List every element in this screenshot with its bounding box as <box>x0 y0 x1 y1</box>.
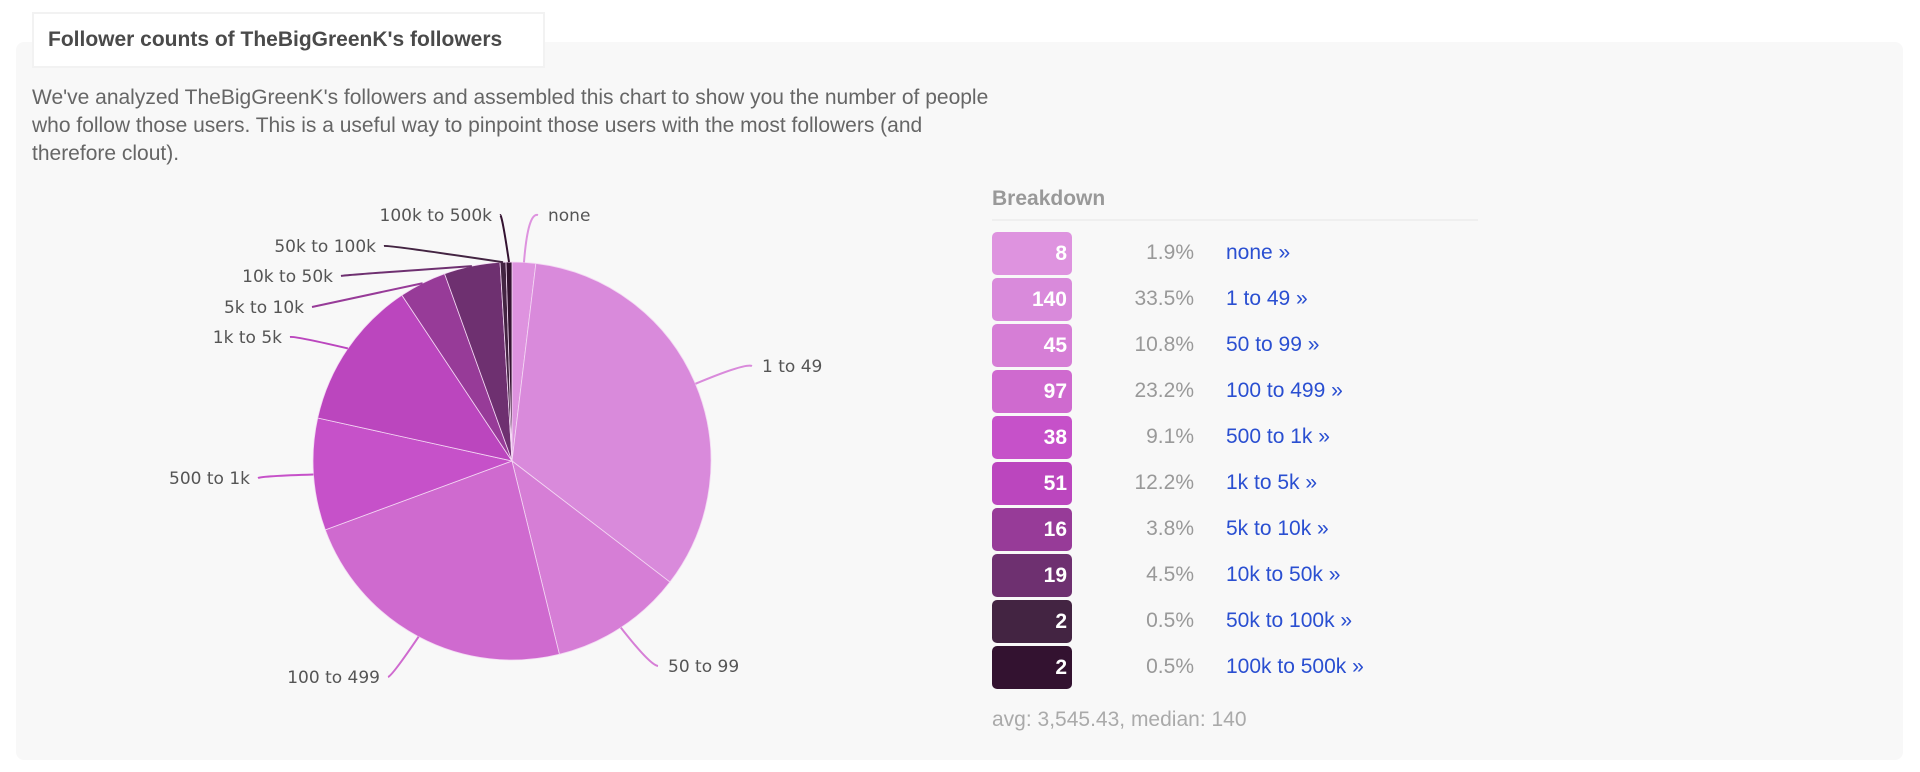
count-swatch: 51 <box>992 461 1072 505</box>
count-swatch: 16 <box>992 507 1072 551</box>
breakdown-row: 2 0.5% 50k to 100k » <box>992 598 1478 644</box>
count-swatch: 19 <box>992 553 1072 597</box>
range-link[interactable]: 500 to 1k » <box>1226 425 1330 449</box>
pie-label: 10k to 50k <box>242 267 333 287</box>
range-link[interactable]: 1 to 49 » <box>1226 287 1308 311</box>
count-swatch: 45 <box>992 323 1072 367</box>
range-link[interactable]: none » <box>1226 241 1290 265</box>
breakdown-row: 2 0.5% 100k to 500k » <box>992 644 1478 690</box>
percent-value: 0.5% <box>1146 655 1194 678</box>
breakdown-row: 45 10.8% 50 to 99 » <box>992 322 1478 368</box>
leader-line <box>499 213 510 263</box>
range-link[interactable]: 10k to 50k » <box>1226 563 1340 587</box>
count-swatch: 2 <box>992 645 1072 689</box>
pie-label: 500 to 1k <box>169 469 250 489</box>
breakdown-row: 51 12.2% 1k to 5k » <box>992 460 1478 506</box>
percent-value: 3.8% <box>1146 517 1194 540</box>
breakdown-panel: Breakdown 8 1.9% none » 140 33.5% 1 to 49 » 45… <box>992 184 1478 732</box>
count-swatch: 2 <box>992 599 1072 643</box>
breakdown-row: 140 33.5% 1 to 49 » <box>992 276 1478 322</box>
leader-line <box>383 244 504 264</box>
percent-value: 12.2% <box>1134 471 1194 494</box>
breakdown-row: 16 3.8% 5k to 10k » <box>992 506 1478 552</box>
percent-value: 4.5% <box>1146 563 1194 586</box>
pie-chart: none 1 to 49 50 to 99 100 to 499 500 to 1k 1k… <box>169 206 822 688</box>
breakdown-row: 97 23.2% 100 to 499 » <box>992 368 1478 414</box>
range-link[interactable]: 100 to 499 » <box>1226 379 1343 403</box>
breakdown-heading: Breakdown <box>992 187 1106 210</box>
percent-value: 10.8% <box>1134 333 1194 356</box>
range-link[interactable]: 100k to 500k » <box>1226 655 1364 679</box>
pie-label: 1k to 5k <box>213 328 282 348</box>
leader-line <box>620 626 659 667</box>
count-swatch: 97 <box>992 369 1072 413</box>
count-swatch: 140 <box>992 277 1072 321</box>
breakdown-row: 8 1.9% none » <box>992 230 1478 276</box>
pie-label: 5k to 10k <box>224 298 304 318</box>
percent-value: 1.9% <box>1146 241 1194 264</box>
count-swatch: 38 <box>992 415 1072 459</box>
leader-line <box>695 364 753 385</box>
pie-label: 50 to 99 <box>668 657 739 677</box>
leader-line <box>522 213 539 263</box>
range-link[interactable]: 5k to 10k » <box>1226 517 1329 541</box>
leader-line <box>257 473 314 479</box>
percent-value: 9.1% <box>1146 425 1194 448</box>
count-swatch: 8 <box>992 231 1072 275</box>
pie-label: 1 to 49 <box>762 357 822 377</box>
range-link[interactable]: 50 to 99 » <box>1226 333 1319 357</box>
breakdown-row: 19 4.5% 10k to 50k » <box>992 552 1478 598</box>
pie-label: 50k to 100k <box>274 237 376 257</box>
leader-line <box>387 636 420 678</box>
pie-label: none <box>548 206 590 226</box>
range-link[interactable]: 1k to 5k » <box>1226 471 1317 495</box>
range-link[interactable]: 50k to 100k » <box>1226 609 1352 633</box>
breakdown-row: 38 9.1% 500 to 1k » <box>992 414 1478 460</box>
pie-label: 100 to 499 <box>287 668 380 688</box>
leader-line <box>289 335 349 350</box>
percent-value: 33.5% <box>1134 287 1194 310</box>
pie-label: 100k to 500k <box>380 206 493 226</box>
percent-value: 0.5% <box>1146 609 1194 632</box>
percent-value: 23.2% <box>1134 379 1194 402</box>
breakdown-divider <box>992 219 1478 221</box>
stats-summary: avg: 3,545.43, median: 140 <box>992 708 1247 731</box>
